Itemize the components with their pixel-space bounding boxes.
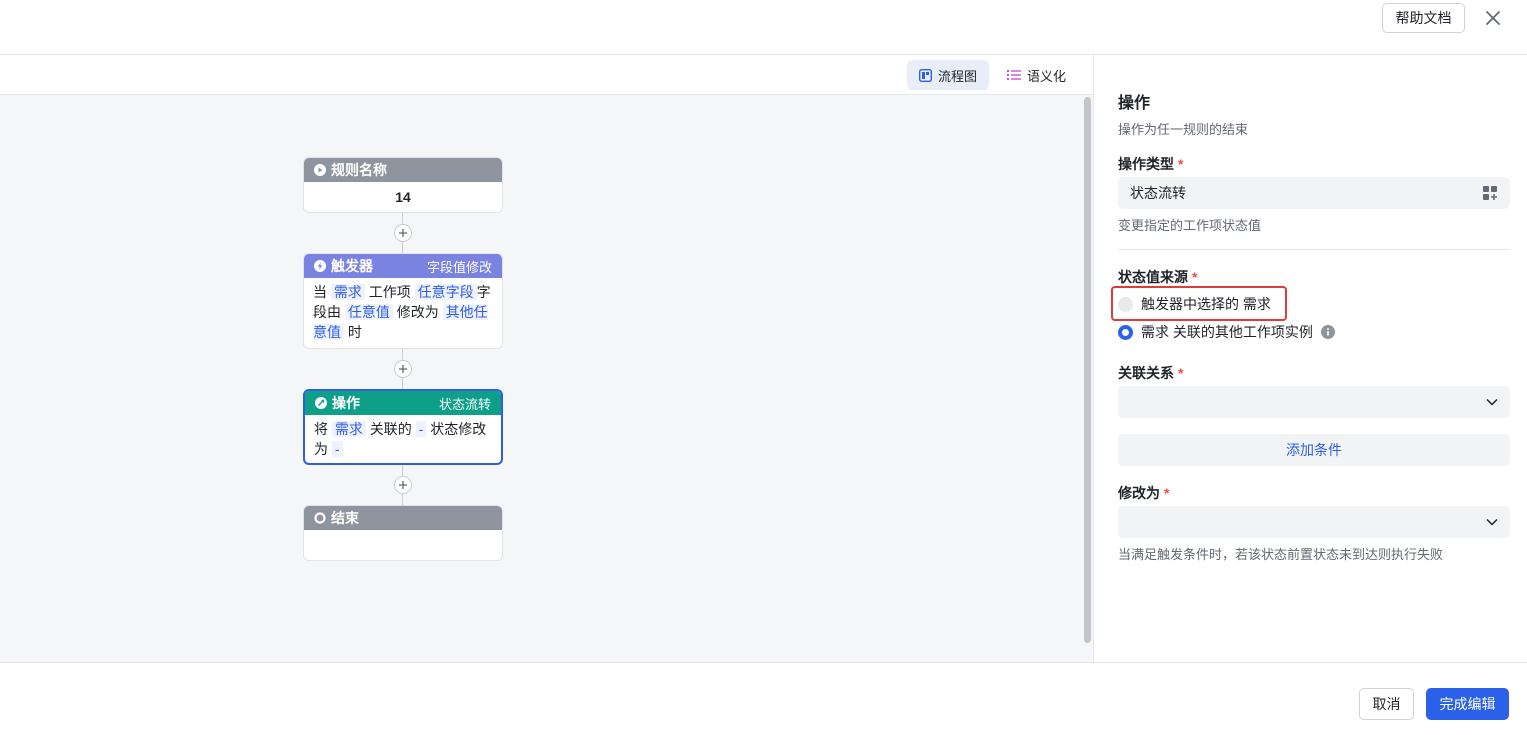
trigger-text: 修改为 bbox=[396, 304, 439, 320]
rule-name-node[interactable]: 规则名称 14 bbox=[303, 157, 503, 213]
action-type-tag: 状态流转 bbox=[438, 396, 491, 412]
radio-checked[interactable] bbox=[1118, 324, 1133, 340]
required-mark: * bbox=[1178, 156, 1184, 172]
canvas-toolbar: 流程图 语义化 bbox=[0, 55, 1093, 95]
trigger-workitem-chip: 需求 bbox=[330, 284, 365, 300]
divider bbox=[1118, 249, 1510, 250]
play-circle-icon bbox=[314, 164, 326, 176]
trigger-text: 工作项 bbox=[368, 284, 411, 300]
tab-flowchart-label: 流程图 bbox=[938, 68, 978, 84]
end-node-header: 结束 bbox=[304, 506, 502, 530]
radio-related-items[interactable]: 需求 关联的其他工作项实例 bbox=[1118, 322, 1335, 342]
trigger-node-header: 触发器 字段值修改 bbox=[304, 254, 502, 278]
flowchart-icon bbox=[919, 68, 932, 82]
trigger-text: 时 bbox=[347, 324, 362, 340]
action-icon bbox=[315, 397, 327, 409]
action-type-label-text: 操作类型 bbox=[1118, 156, 1174, 172]
cancel-button[interactable]: 取消 bbox=[1359, 688, 1414, 720]
footer-bar: 取消 完成编辑 bbox=[0, 662, 1527, 735]
canvas-scrollbar[interactable] bbox=[1083, 95, 1093, 662]
info-icon[interactable] bbox=[1320, 325, 1335, 339]
top-header: 帮助文档 bbox=[0, 0, 1527, 55]
action-text: 关联的 bbox=[369, 421, 412, 437]
end-node-title: 结束 bbox=[331, 510, 359, 526]
trigger-description: 当 需求 工作项 任意字段 字段由 任意值 修改为 其他任意值 时 bbox=[304, 278, 502, 346]
add-step-button[interactable] bbox=[394, 476, 412, 494]
plus-icon bbox=[399, 481, 407, 489]
trigger-field-chip: 任意字段 bbox=[414, 284, 477, 300]
action-target-state-chip: - bbox=[331, 441, 343, 457]
panel-subtitle: 操作为任一规则的结束 bbox=[1118, 122, 1249, 137]
action-description: 将 需求 关联的 - 状态修改为 - bbox=[305, 415, 501, 463]
list-icon bbox=[1007, 70, 1021, 80]
highlight-annotation-box bbox=[1111, 286, 1287, 321]
action-node-title: 操作 bbox=[332, 395, 360, 411]
action-text: 将 bbox=[314, 421, 328, 437]
flow-canvas[interactable]: 流程图 语义化 规则名称 14 触发器 字段值修改 当 需求 工作项 任意字段 … bbox=[0, 55, 1093, 662]
radio-related-items-label: 需求 关联的其他工作项实例 bbox=[1141, 324, 1313, 340]
relation-label: 关联关系 * bbox=[1118, 363, 1183, 383]
tab-flowchart[interactable]: 流程图 bbox=[907, 60, 990, 90]
modify-to-select[interactable] bbox=[1118, 506, 1510, 538]
relation-select[interactable] bbox=[1118, 386, 1510, 418]
rule-name-node-header: 规则名称 bbox=[304, 158, 502, 182]
add-step-button[interactable] bbox=[394, 224, 412, 242]
action-node[interactable]: 操作 状态流转 将 需求 关联的 - 状态修改为 - bbox=[303, 389, 503, 465]
plus-icon bbox=[399, 365, 407, 373]
rule-name-value: 14 bbox=[395, 189, 411, 205]
action-type-select[interactable]: 状态流转 bbox=[1118, 177, 1510, 209]
grid-apps-icon bbox=[1483, 185, 1497, 200]
chevron-down-icon bbox=[1486, 518, 1498, 526]
trigger-from-value-chip: 任意值 bbox=[344, 304, 393, 320]
finish-edit-button[interactable]: 完成编辑 bbox=[1426, 688, 1509, 720]
action-config-panel: 操作 操作为任一规则的结束 操作类型 * 状态流转 变更指定的工作项状态值 状态值… bbox=[1093, 55, 1527, 662]
end-circle-icon bbox=[314, 512, 326, 524]
add-step-button[interactable] bbox=[394, 360, 412, 378]
relation-label-text: 关联关系 bbox=[1118, 365, 1174, 381]
add-condition-button[interactable]: 添加条件 bbox=[1118, 434, 1510, 466]
state-source-label-text: 状态值来源 bbox=[1118, 269, 1188, 285]
plus-icon bbox=[399, 229, 407, 237]
close-icon bbox=[1486, 11, 1500, 25]
rule-name-node-title: 规则名称 bbox=[331, 162, 387, 178]
end-node[interactable]: 结束 bbox=[303, 505, 503, 561]
help-docs-button[interactable]: 帮助文档 bbox=[1382, 3, 1465, 33]
tab-semantic[interactable]: 语义化 bbox=[995, 60, 1078, 90]
panel-title: 操作 bbox=[1118, 95, 1151, 112]
action-relation-chip: - bbox=[415, 421, 427, 437]
lightning-icon bbox=[314, 260, 326, 272]
action-workitem-chip: 需求 bbox=[331, 421, 366, 437]
required-mark: * bbox=[1164, 485, 1170, 501]
trigger-node[interactable]: 触发器 字段值修改 当 需求 工作项 任意字段 字段由 任意值 修改为 其他任意值… bbox=[303, 253, 503, 349]
scrollbar-thumb[interactable] bbox=[1084, 97, 1091, 643]
action-node-header: 操作 状态流转 bbox=[305, 391, 501, 415]
state-source-label: 状态值来源 * bbox=[1118, 267, 1197, 287]
action-type-help: 变更指定的工作项状态值 bbox=[1118, 218, 1262, 233]
trigger-type-tag: 字段值修改 bbox=[426, 259, 492, 275]
trigger-node-title: 触发器 bbox=[331, 258, 373, 274]
modify-to-help: 当满足触发条件时，若该状态前置状态未到达则执行失败 bbox=[1118, 547, 1444, 562]
tab-semantic-label: 语义化 bbox=[1027, 68, 1067, 84]
trigger-text: 当 bbox=[313, 284, 327, 300]
action-type-label: 操作类型 * bbox=[1118, 154, 1183, 174]
close-button[interactable] bbox=[1480, 4, 1506, 32]
action-type-value: 状态流转 bbox=[1130, 185, 1186, 201]
required-mark: * bbox=[1178, 365, 1184, 381]
required-mark: * bbox=[1192, 269, 1198, 285]
modify-to-label-text: 修改为 bbox=[1118, 485, 1160, 501]
modify-to-label: 修改为 * bbox=[1118, 483, 1169, 503]
chevron-down-icon bbox=[1486, 398, 1498, 406]
